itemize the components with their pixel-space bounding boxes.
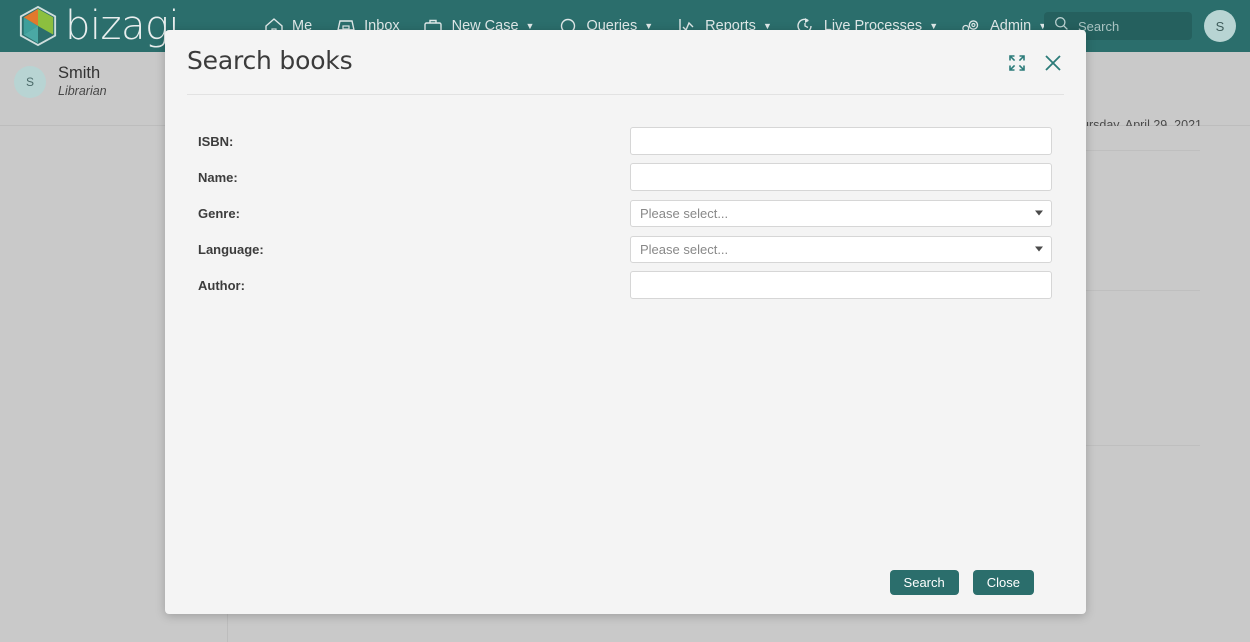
genre-select-value: Please select... [640, 205, 729, 221]
modal-actions [1006, 52, 1064, 74]
application-window: bizagi Me Inbox New Case ▼ Queries ▼ Rep… [0, 0, 1250, 642]
user-role: Librarian [58, 84, 107, 98]
modal-title: Search books [187, 46, 353, 75]
modal-footer: Search Close [165, 550, 1086, 614]
language-select[interactable]: Please select... [630, 235, 1052, 263]
search-button[interactable]: Search [889, 569, 959, 595]
genre-select[interactable]: Please select... [630, 199, 1052, 227]
author-input[interactable] [630, 271, 1052, 299]
field-label-isbn: ISBN: [198, 133, 234, 149]
form-row-author: Author: [187, 270, 1064, 300]
form-row-language: Language: Please select... [187, 234, 1064, 264]
bizagi-wordmark: bizagi [65, 3, 180, 49]
user-text-group: Smith Librarian [58, 64, 107, 99]
chevron-down-icon [1035, 210, 1043, 216]
field-label-author: Author: [198, 277, 245, 293]
field-label-name: Name: [198, 169, 238, 185]
isbn-input[interactable] [630, 127, 1052, 155]
modal-header-divider [187, 94, 1064, 95]
search-books-modal: Search books ISBN: Name: Genre: Please s… [165, 30, 1086, 614]
form-row-isbn: ISBN: [187, 126, 1064, 156]
expand-icon[interactable] [1006, 52, 1028, 74]
modal-body: ISBN: Name: Genre: Please select... Lang… [165, 102, 1086, 550]
modal-header: Search books [165, 30, 1086, 95]
form-row-genre: Genre: Please select... [187, 198, 1064, 228]
name-input[interactable] [630, 163, 1052, 191]
close-icon[interactable] [1042, 52, 1064, 74]
language-select-value: Please select... [640, 241, 729, 257]
field-label-language: Language: [198, 241, 264, 257]
field-label-genre: Genre: [198, 205, 240, 221]
form-row-name: Name: [187, 162, 1064, 192]
bizagi-hexagon-icon [19, 5, 57, 47]
search-input[interactable] [1076, 17, 1182, 35]
chevron-down-icon [1035, 246, 1043, 252]
user-name: Smith [58, 64, 101, 82]
current-user[interactable]: S Smith Librarian [14, 64, 107, 99]
avatar: S [14, 65, 46, 98]
close-button[interactable]: Close [972, 569, 1034, 595]
avatar-top[interactable]: S [1204, 10, 1236, 42]
